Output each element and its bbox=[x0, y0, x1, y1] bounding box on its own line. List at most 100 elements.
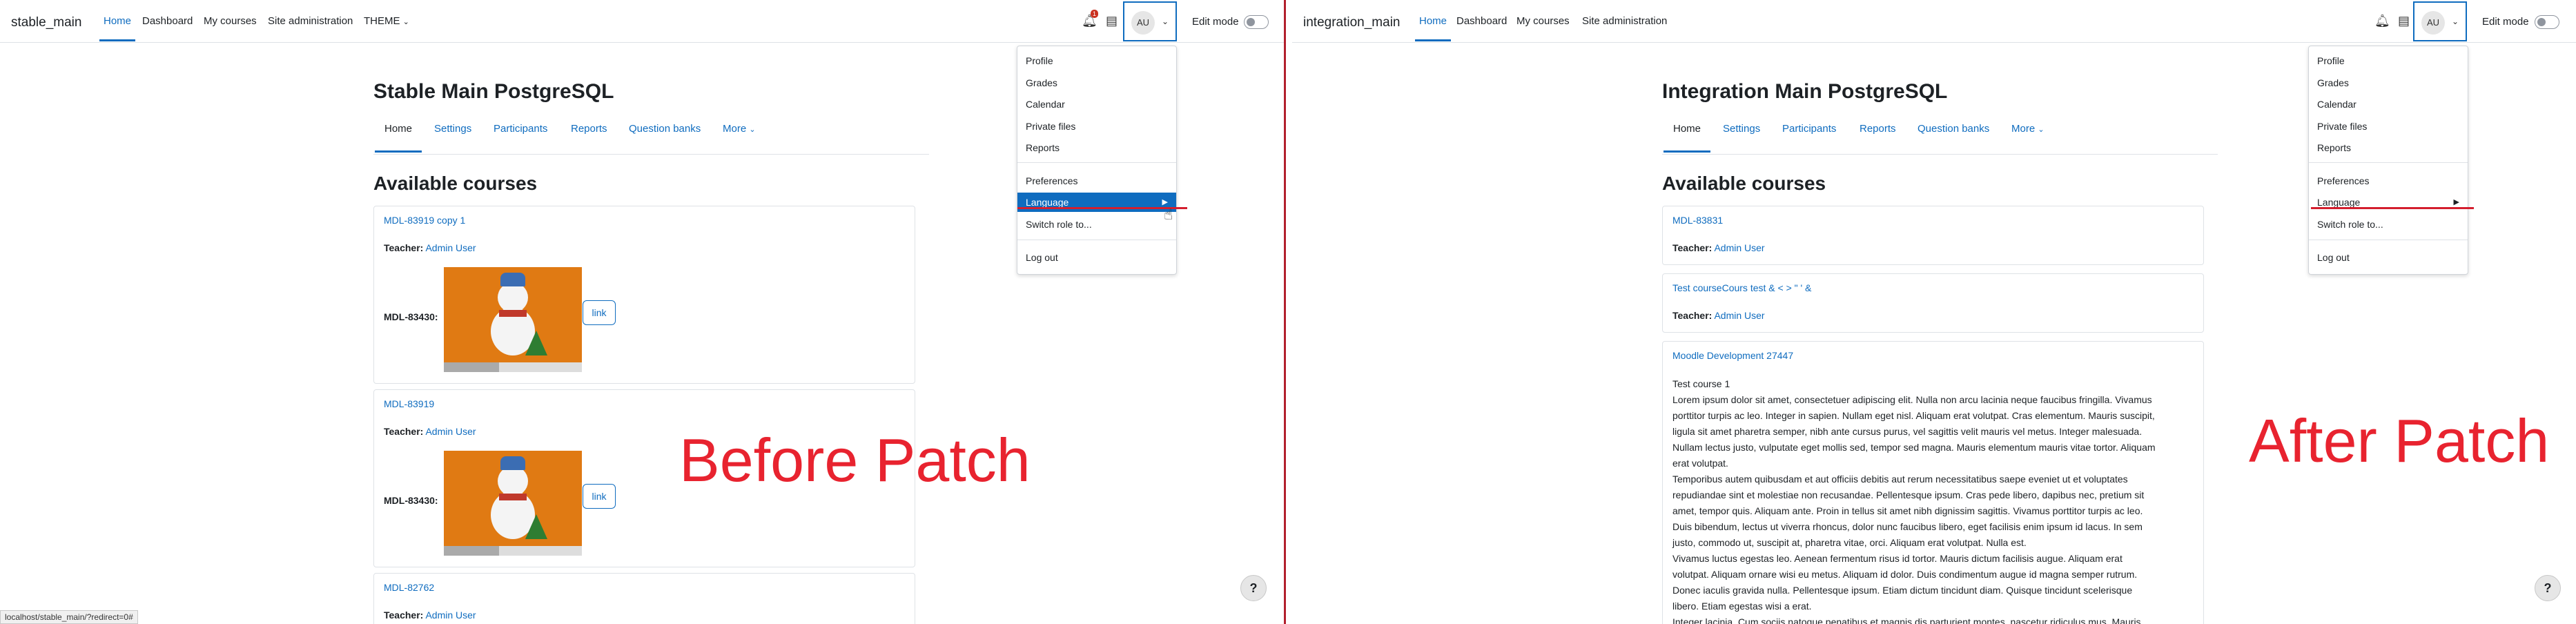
tab-reports[interactable]: Reports bbox=[571, 123, 607, 135]
user-menu-toggle[interactable]: AU ⌄ bbox=[2413, 1, 2467, 41]
menu-item-preferences[interactable]: Preferences bbox=[2309, 171, 2468, 191]
summary-line: libero. Etiam egestas wisi a erat. bbox=[1672, 601, 1812, 612]
tab-more[interactable]: More ⌄ bbox=[723, 123, 756, 135]
menu-item-private-files[interactable]: Private files bbox=[1017, 117, 1176, 136]
before-patch-pane: stable_main Home Dashboard My courses Si… bbox=[0, 0, 1284, 624]
tab-more-label: More bbox=[723, 123, 747, 135]
tab-participants[interactable]: Participants bbox=[494, 123, 547, 135]
link-button[interactable]: link bbox=[583, 484, 616, 509]
nav-home[interactable]: Home bbox=[1414, 15, 1452, 41]
teacher-line: Teacher: Admin User bbox=[384, 242, 476, 253]
tab-reports[interactable]: Reports bbox=[1860, 123, 1896, 135]
menu-item-private-files[interactable]: Private files bbox=[2309, 117, 2468, 136]
teacher-link[interactable]: Admin User bbox=[425, 610, 476, 621]
teacher-label: Teacher: bbox=[1672, 310, 1713, 321]
course-link[interactable]: MDL-83919 bbox=[384, 398, 434, 409]
summary-line: Vivamus luctus egestas leo. Aenean ferme… bbox=[1672, 553, 2123, 564]
menu-item-calendar[interactable]: Calendar bbox=[2309, 95, 2468, 114]
chevron-down-icon: ⌄ bbox=[402, 18, 409, 26]
annotation-underline bbox=[2311, 207, 2474, 209]
menu-item-calendar[interactable]: Calendar bbox=[1017, 95, 1176, 114]
course-box: MDL-83919 copy 1 Teacher: Admin User MDL… bbox=[373, 206, 915, 384]
avatar: AU bbox=[1131, 11, 1155, 35]
teacher-line: Teacher: Admin User bbox=[384, 426, 476, 437]
course-link[interactable]: MDL-83919 copy 1 bbox=[384, 215, 465, 226]
teacher-line: Teacher: Admin User bbox=[1672, 310, 1765, 321]
tab-home[interactable]: Home bbox=[374, 123, 422, 153]
nav-theme[interactable]: THEME ⌄ bbox=[364, 15, 409, 27]
summary-line: Lorem ipsum dolor sit amet, consectetuer… bbox=[1672, 394, 2152, 405]
chevron-down-icon: ⌄ bbox=[1162, 17, 1169, 26]
site-brand[interactable]: stable_main bbox=[11, 15, 81, 30]
user-menu-dropdown: Profile Grades Calendar Private files Re… bbox=[2308, 46, 2468, 275]
nav-home[interactable]: Home bbox=[99, 15, 136, 41]
course-box: MDL-83831 Teacher: Admin User bbox=[1662, 206, 2204, 265]
edit-mode-toggle[interactable] bbox=[2535, 15, 2559, 29]
page-title: Stable Main PostgreSQL bbox=[373, 80, 614, 103]
available-courses-heading: Available courses bbox=[373, 173, 538, 194]
tab-settings[interactable]: Settings bbox=[1723, 123, 1760, 135]
teacher-link[interactable]: Admin User bbox=[425, 426, 476, 437]
summary-line: Test course 1 bbox=[1672, 378, 1730, 389]
nav-site-administration[interactable]: Site administration bbox=[268, 15, 353, 27]
summary-line: erat volutpat. bbox=[1672, 458, 1728, 469]
nav-dashboard[interactable]: Dashboard bbox=[1456, 15, 1507, 27]
teacher-label: Teacher: bbox=[384, 242, 424, 253]
edit-mode-toggle[interactable] bbox=[1244, 15, 1269, 29]
top-navbar: stable_main Home Dashboard My courses Si… bbox=[0, 0, 1284, 43]
top-navbar: integration_main Home Dashboard My cours… bbox=[1292, 0, 2576, 43]
tab-participants[interactable]: Participants bbox=[1782, 123, 1836, 135]
menu-item-language-label: Language bbox=[1026, 197, 1069, 208]
image-scrollbar[interactable] bbox=[444, 362, 582, 372]
summary-line: Duis bibendum, lectus ut viverra rhoncus… bbox=[1672, 521, 2143, 532]
menu-item-logout[interactable]: Log out bbox=[2309, 248, 2468, 267]
image-scrollbar[interactable] bbox=[444, 546, 582, 556]
tab-question-banks[interactable]: Question banks bbox=[1918, 123, 1989, 135]
course-link[interactable]: Moodle Development 27447 bbox=[1672, 350, 1793, 361]
teacher-line: Teacher: Admin User bbox=[384, 610, 476, 621]
user-menu-toggle[interactable]: AU ⌄ bbox=[1123, 1, 1177, 41]
nav-site-administration[interactable]: Site administration bbox=[1582, 15, 1667, 27]
menu-item-logout[interactable]: Log out bbox=[1017, 248, 1176, 267]
tab-question-banks[interactable]: Question banks bbox=[629, 123, 701, 135]
course-link[interactable]: MDL-82762 bbox=[384, 582, 434, 593]
course-link[interactable]: MDL-83831 bbox=[1672, 215, 1723, 226]
menu-item-reports[interactable]: Reports bbox=[1017, 138, 1176, 157]
site-brand[interactable]: integration_main bbox=[1303, 15, 1400, 30]
teacher-link[interactable]: Admin User bbox=[1714, 310, 1764, 321]
menu-item-profile[interactable]: Profile bbox=[2309, 51, 2468, 70]
teacher-link[interactable]: Admin User bbox=[1714, 242, 1764, 253]
summary-line: Temporibus autem quibusdam et aut offici… bbox=[1672, 474, 2128, 485]
teacher-line: Teacher: Admin User bbox=[1672, 242, 1765, 253]
menu-item-preferences[interactable]: Preferences bbox=[1017, 171, 1176, 191]
menu-item-reports[interactable]: Reports bbox=[2309, 138, 2468, 157]
link-button[interactable]: link bbox=[583, 300, 616, 325]
tab-settings[interactable]: Settings bbox=[434, 123, 471, 135]
tab-home[interactable]: Home bbox=[1663, 123, 1711, 153]
menu-item-switch-role[interactable]: Switch role to... bbox=[1017, 215, 1176, 234]
chat-icon[interactable]: ▤ bbox=[1106, 14, 1118, 28]
nav-dashboard[interactable]: Dashboard bbox=[142, 15, 193, 27]
summary-line: volutpat. Aliquam ornare wisi eu metus. … bbox=[1672, 569, 2138, 580]
course-box: Test courseCours test & < > " ' & Teache… bbox=[1662, 273, 2204, 333]
help-button[interactable]: ? bbox=[2535, 575, 2561, 601]
tab-more[interactable]: More ⌄ bbox=[2011, 123, 2045, 135]
course-link[interactable]: Test courseCours test & < > " ' & bbox=[1672, 282, 1811, 293]
teacher-link[interactable]: Admin User bbox=[425, 242, 476, 253]
menu-item-switch-role[interactable]: Switch role to... bbox=[2309, 215, 2468, 234]
tab-more-label: More bbox=[2011, 123, 2036, 135]
menu-item-grades[interactable]: Grades bbox=[2309, 73, 2468, 92]
edit-mode-label: Edit mode bbox=[2482, 16, 2529, 28]
help-button[interactable]: ? bbox=[1240, 575, 1267, 601]
edit-mode-label: Edit mode bbox=[1192, 16, 1239, 28]
chat-icon[interactable]: ▤ bbox=[2398, 14, 2410, 28]
chevron-down-icon: ⌄ bbox=[749, 126, 756, 134]
nav-theme-label: THEME bbox=[364, 15, 400, 27]
annotation-underline bbox=[1017, 207, 1187, 209]
menu-item-profile[interactable]: Profile bbox=[1017, 51, 1176, 70]
nav-my-courses[interactable]: My courses bbox=[1516, 15, 1570, 27]
nav-my-courses[interactable]: My courses bbox=[204, 15, 257, 27]
menu-item-grades[interactable]: Grades bbox=[1017, 73, 1176, 92]
bell-icon[interactable]: 🔔︎ bbox=[2374, 14, 2390, 28]
summary-line: amet, tempor quis. Aliquam ante. Proin i… bbox=[1672, 505, 2143, 516]
